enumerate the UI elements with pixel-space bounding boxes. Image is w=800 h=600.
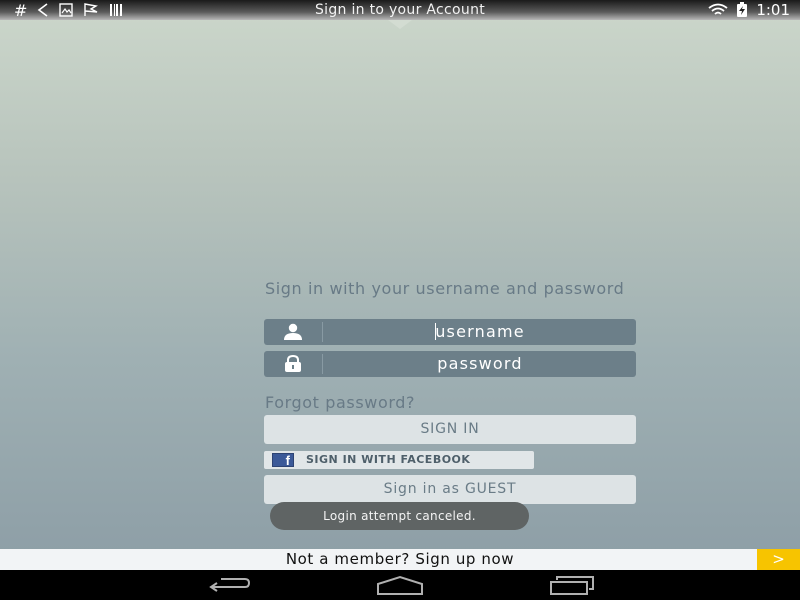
username-field[interactable]: username xyxy=(264,319,636,345)
facebook-sign-in-label: SIGN IN WITH FACEBOOK xyxy=(306,453,471,466)
wifi-icon xyxy=(708,3,728,17)
signup-link[interactable]: Not a member? Sign up now xyxy=(0,549,800,570)
guest-sign-in-button[interactable]: Sign in as GUEST xyxy=(264,475,636,504)
password-field[interactable]: password xyxy=(264,351,636,377)
password-input[interactable]: password xyxy=(324,351,636,377)
field-divider xyxy=(322,322,323,342)
sign-in-button[interactable]: SIGN IN xyxy=(264,415,636,444)
toast-message: Login attempt canceled. xyxy=(270,502,529,530)
login-prompt: Sign in with your username and password xyxy=(265,279,625,298)
lock-icon xyxy=(285,355,301,372)
navigation-bar xyxy=(0,570,800,600)
facebook-icon: f xyxy=(272,453,294,468)
chevron-right-icon[interactable]: > xyxy=(757,549,800,570)
username-input[interactable]: username xyxy=(324,319,636,345)
screen-title: Sign in to your Account xyxy=(314,2,486,18)
clock: 1:01 xyxy=(756,1,790,19)
signup-banner[interactable]: Not a member? Sign up now > xyxy=(0,549,800,570)
login-screen: # Sign in to your Account 1:01 Sign in w… xyxy=(0,0,800,600)
back-nav-icon[interactable] xyxy=(205,575,253,595)
recent-apps-nav-icon[interactable] xyxy=(548,575,596,595)
user-icon xyxy=(284,323,302,340)
forgot-password-link[interactable]: Forgot password? xyxy=(265,393,415,412)
home-nav-icon[interactable] xyxy=(376,575,424,595)
username-placeholder: username xyxy=(435,322,525,341)
battery-charging-icon xyxy=(736,2,748,18)
field-divider xyxy=(322,354,323,374)
title-pointer xyxy=(388,20,412,29)
status-bar: # Sign in to your Account 1:01 xyxy=(0,0,800,20)
facebook-sign-in-button[interactable]: f SIGN IN WITH FACEBOOK xyxy=(264,451,534,469)
system-status: 1:01 xyxy=(708,0,790,20)
